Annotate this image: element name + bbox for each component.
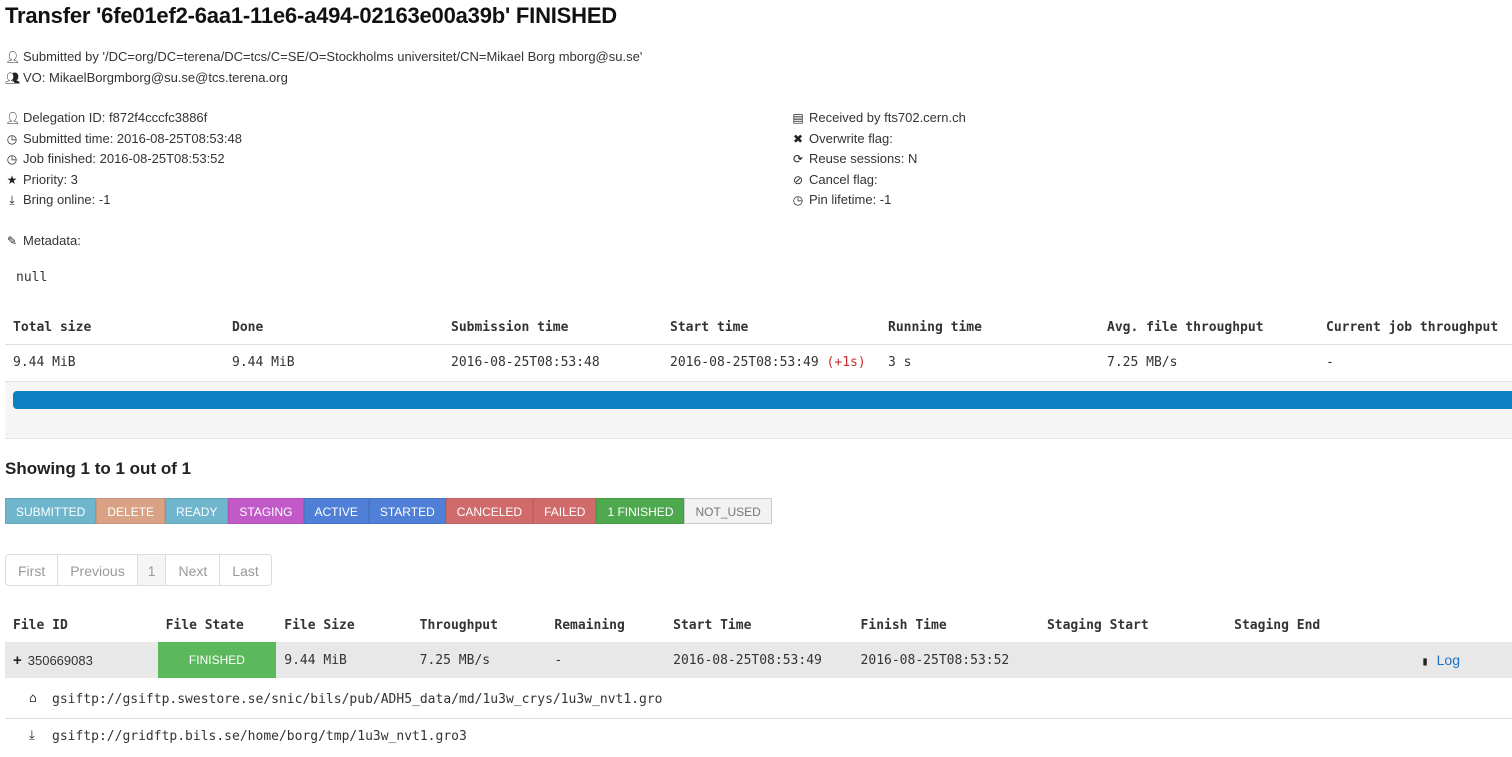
delegation-id: 👤︎ Delegation ID: f872f4cccfc3886f xyxy=(5,110,208,125)
bring-online: ⤓ Bring online: -1 xyxy=(5,192,110,208)
page-current[interactable]: 1 xyxy=(136,555,166,585)
home-icon: ⌂ xyxy=(29,691,37,706)
source-url-row: ⌂ gsiftp://gsiftp.swestore.se/snic/bils/… xyxy=(5,682,1512,719)
page-last[interactable]: Last xyxy=(219,555,270,585)
pin-lifetime: ◷ Pin lifetime: -1 xyxy=(792,192,892,207)
pencil-icon: ✎ xyxy=(6,234,18,248)
files-table: File ID File State File Size Throughput … xyxy=(5,608,1512,678)
users-icon: 👥︎ xyxy=(5,71,21,85)
state-ready[interactable]: READY xyxy=(165,498,229,524)
running-time-value: 3 s xyxy=(888,354,912,370)
state-1-finished[interactable]: 1 FINISHED xyxy=(596,498,685,524)
metadata-value: null xyxy=(16,270,48,285)
state-submitted[interactable]: SUBMITTED xyxy=(5,498,97,524)
summary-table: Total size Done Submission time Start ti… xyxy=(5,310,1512,379)
user-icon: 👤︎ xyxy=(5,50,21,64)
col-total-size: Total size xyxy=(5,310,224,345)
vo-line: 👥︎ VO: MikaelBorgmborg@su.se@tcs.terena.o… xyxy=(5,70,288,85)
clock-icon: ◷ xyxy=(6,152,18,166)
showing-count: Showing 1 to 1 out of 1 xyxy=(5,459,192,478)
overwrite-flag: ✖ Overwrite flag: xyxy=(792,131,893,146)
col-submission-time: Submission time xyxy=(443,310,662,345)
submitted-by: 👤︎ Submitted by '/DC=org/DC=terena/DC=tcs… xyxy=(5,49,643,64)
col-avg-throughput: Avg. file throughput xyxy=(1099,310,1318,345)
state-started[interactable]: STARTED xyxy=(368,498,446,524)
col-staging-start: Staging Start xyxy=(1046,617,1149,633)
remove-icon: ✖ xyxy=(792,132,804,146)
current-throughput-value: - xyxy=(1326,354,1334,370)
state-active[interactable]: ACTIVE xyxy=(303,498,369,524)
file-icon: ▮ xyxy=(1421,653,1429,668)
state-filter: SUBMITTED DELETE READY STAGING ACTIVE STARTED… xyxy=(5,498,772,524)
pagination: First Previous 1 Next Last xyxy=(5,554,272,586)
col-file-id: File ID xyxy=(13,617,68,633)
star-icon: ★ xyxy=(6,173,18,187)
col-throughput: Throughput xyxy=(419,617,498,633)
job-finished: ◷ Job finished: 2016-08-25T08:53:52 xyxy=(6,151,225,166)
destination-url: gsiftp://gridftp.bils.se/home/borg/tmp/1… xyxy=(52,729,467,744)
start-delta: (+1s) xyxy=(826,354,866,370)
server-icon: ▤ xyxy=(792,111,804,125)
col-running-time: Running time xyxy=(880,310,1099,345)
log-link[interactable]: Log xyxy=(1437,652,1460,668)
done-value: 9.44 MiB xyxy=(232,354,295,370)
metadata-label: ✎ Metadata: xyxy=(6,233,81,248)
expand-icon[interactable]: + xyxy=(13,652,22,669)
col-staging-end: Staging End xyxy=(1234,617,1321,633)
clock-icon: ◷ xyxy=(6,132,18,146)
start-time-value: 2016-08-25T08:53:49 (+1s) xyxy=(670,354,866,370)
col-log xyxy=(1413,608,1512,642)
col-current-throughput: Current job throughput xyxy=(1318,310,1512,345)
state-canceled[interactable]: CANCELED xyxy=(445,498,534,524)
finish-time-cell: 2016-08-25T08:53:52 xyxy=(852,642,1039,678)
received-by: ▤ Received by fts702.cern.ch xyxy=(792,110,966,125)
submission-time-value: 2016-08-25T08:53:48 xyxy=(451,354,600,370)
avg-throughput-value: 7.25 MB/s xyxy=(1107,354,1178,370)
file-id-cell: +350669083 xyxy=(5,642,158,678)
progress-container xyxy=(5,381,1512,439)
page-next[interactable]: Next xyxy=(165,555,219,585)
page-title: Transfer '6fe01ef2-6aa1-11e6-a494-02163e… xyxy=(5,3,617,28)
clock-icon: ◷ xyxy=(792,193,804,207)
priority: ★ Priority: 3 xyxy=(6,172,78,187)
page-first[interactable]: First xyxy=(6,555,57,585)
page-previous[interactable]: Previous xyxy=(57,555,136,585)
staging-end-cell xyxy=(1226,642,1414,678)
state-not-used[interactable]: NOT_USED xyxy=(684,498,772,524)
col-remaining: Remaining xyxy=(554,617,625,633)
col-file-state: File State xyxy=(165,617,244,633)
staging-start-cell xyxy=(1038,642,1227,678)
state-failed[interactable]: FAILED xyxy=(533,498,597,524)
file-size-cell: 9.44 MiB xyxy=(276,642,412,678)
throughput-cell: 7.25 MB/s xyxy=(411,642,547,678)
user-icon: 👤︎ xyxy=(5,111,21,125)
remaining-cell: - xyxy=(546,642,666,678)
submitted-time: ◷ Submitted time: 2016-08-25T08:53:48 xyxy=(6,131,242,146)
refresh-icon: ⟳ xyxy=(792,152,804,166)
download-icon: ⤓ xyxy=(9,193,15,207)
state-staging[interactable]: STAGING xyxy=(228,498,304,524)
ban-icon: ⊘ xyxy=(792,173,804,187)
file-state-badge: FINISHED xyxy=(157,642,277,678)
cancel-flag: ⊘ Cancel flag: xyxy=(792,172,878,187)
log-cell: ▮ Log xyxy=(1413,642,1512,678)
download-icon: ⤓ xyxy=(29,728,35,743)
col-finish-time: Finish Time xyxy=(860,617,947,633)
reuse-sessions: ⟳ Reuse sessions: N xyxy=(792,151,918,166)
total-size-value: 9.44 MiB xyxy=(13,354,76,370)
col-start-time: Start time xyxy=(662,310,880,345)
progress-bar xyxy=(13,391,1512,409)
file-row[interactable]: +350669083 FINISHED 9.44 MiB 7.25 MB/s -… xyxy=(5,642,1512,678)
start-time-cell: 2016-08-25T08:53:49 xyxy=(665,642,853,678)
col-done: Done xyxy=(224,310,443,345)
col-file-size: File Size xyxy=(284,617,355,633)
destination-url-row: ⤓ gsiftp://gridftp.bils.se/home/borg/tmp… xyxy=(5,719,1512,755)
col-start-time: Start Time xyxy=(673,617,752,633)
state-delete[interactable]: DELETE xyxy=(96,498,166,524)
source-url: gsiftp://gsiftp.swestore.se/snic/bils/pu… xyxy=(52,692,663,707)
